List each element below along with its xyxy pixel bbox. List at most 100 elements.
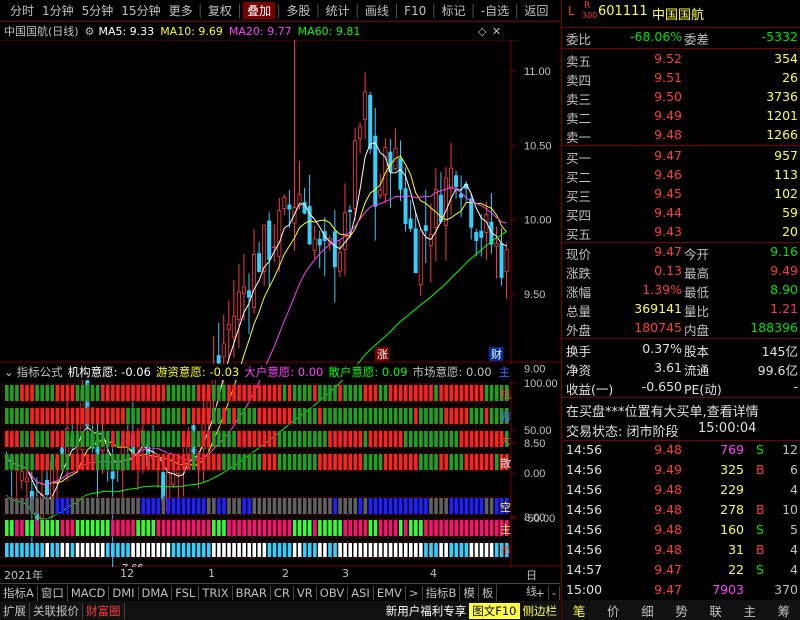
- quote-tab-1[interactable]: 价: [596, 601, 630, 620]
- indicator-bar: [398, 498, 403, 514]
- indicator-tab-18[interactable]: -: [549, 585, 560, 600]
- indicator-tab-3[interactable]: DMI: [109, 585, 139, 600]
- big-order-notice[interactable]: 在买盘***位置有大买单,查看详情: [566, 401, 759, 420]
- indicator-tab-0[interactable]: 指标A: [0, 584, 38, 601]
- indicator-tab-13[interactable]: >: [406, 585, 423, 600]
- kline-chart[interactable]: 11.0010.5010.009.509.008.508.007.50↖11.3…: [0, 40, 560, 567]
- indicator-tab-1[interactable]: 窗口: [38, 584, 68, 601]
- bottom-right-tab-2[interactable]: 侧边栏: [520, 603, 561, 619]
- indicator-bar: [166, 543, 171, 557]
- quote-tab-4[interactable]: 联: [699, 601, 733, 620]
- indicator-bar: [363, 454, 368, 470]
- bottom-left-tab-2[interactable]: 财富圈: [83, 602, 125, 619]
- indicator-bar: [171, 385, 176, 401]
- indicator-bar: [267, 454, 272, 470]
- quote-tab-0[interactable]: 笔: [562, 601, 596, 620]
- indicator-bar: [469, 543, 474, 557]
- indicator-tab-11[interactable]: ASI: [348, 585, 374, 600]
- indicator-bar: [227, 543, 231, 557]
- settings-icon[interactable]: ⚙: [85, 25, 95, 38]
- indicator-tab-10[interactable]: OBV: [317, 585, 349, 600]
- stock-name[interactable]: 中国国航: [652, 4, 704, 23]
- indicator-bar: [50, 520, 55, 536]
- stock-code[interactable]: 601111: [598, 4, 648, 19]
- indicator-bar: [262, 454, 267, 470]
- top-tab-3[interactable]: 15分钟: [117, 2, 164, 19]
- indicator-bar: [484, 520, 489, 536]
- top-tab-1[interactable]: 1分钟: [38, 2, 78, 19]
- indicator-tab-15[interactable]: 模: [460, 584, 479, 601]
- collapse-icon[interactable]: ⌄: [4, 365, 14, 379]
- indicator-bar: [479, 408, 484, 424]
- indicator-bar: [161, 431, 166, 447]
- tick-count: 4: [790, 482, 798, 497]
- indicator-tab-16[interactable]: 板: [479, 584, 498, 601]
- diamond-icon[interactable]: ◇: [478, 25, 486, 38]
- bid-label: 买五: [566, 227, 592, 242]
- indicator-bar: [454, 498, 459, 514]
- indicator-tab-17[interactable]: +: [532, 585, 549, 600]
- top-tab-9[interactable]: 画线: [361, 2, 393, 19]
- indicator-bar: [25, 408, 29, 424]
- top-tab-4[interactable]: 更多: [165, 2, 197, 19]
- bottom-left-tab-0[interactable]: 扩展: [0, 602, 30, 619]
- indicator-tab-2[interactable]: MACD: [68, 585, 110, 600]
- indicator-formula-label[interactable]: 指标公式: [17, 364, 63, 380]
- quote-tab-5[interactable]: 主: [733, 601, 767, 620]
- top-tab-11[interactable]: 标记: [437, 2, 469, 19]
- top-tab-0[interactable]: 分时: [6, 2, 38, 19]
- tick-side: S: [756, 442, 764, 457]
- indicator-bar: [292, 431, 297, 447]
- indicator-bar: [328, 543, 332, 557]
- indicator-tab-5[interactable]: FSL: [172, 585, 200, 600]
- indicator-bar: [282, 454, 287, 470]
- bid-volume: 113: [774, 167, 798, 182]
- top-tab-2[interactable]: 5分钟: [78, 2, 118, 19]
- ma10-label: MA10: 9.69: [160, 24, 223, 38]
- indicator-bar: [338, 498, 342, 514]
- indicator-tab-9[interactable]: VR: [294, 585, 317, 600]
- indicator-bar: [348, 408, 352, 424]
- ask-row: 卖二 9.49 1201: [562, 108, 800, 127]
- indicator-tab-4[interactable]: DMA: [139, 585, 173, 600]
- indicator-bar: [242, 520, 246, 536]
- indicator-tab-12[interactable]: EMV: [374, 585, 406, 600]
- top-tab-13[interactable]: 返回: [520, 2, 552, 19]
- tick-time: 15:00: [566, 582, 603, 597]
- notice-row[interactable]: 在买盘***位置有大买单,查看详情: [562, 401, 800, 420]
- indicator-bar: [106, 431, 110, 447]
- indicator-bar: [257, 520, 262, 536]
- bottom-right-tab-1[interactable]: 图文F10: [469, 602, 520, 619]
- indicator-bar: [353, 385, 358, 401]
- bid-volume: 957: [774, 148, 798, 163]
- indicator-bar: [308, 454, 312, 470]
- indicator-tab-7[interactable]: BRAR: [233, 585, 271, 600]
- indicator-bar: [121, 431, 125, 447]
- top-tab-6[interactable]: 叠加: [243, 2, 276, 19]
- top-tab-5[interactable]: 复权: [204, 2, 236, 19]
- top-tab-7[interactable]: 多股: [282, 2, 314, 19]
- tick-row: 14:56 9.48 229 4: [562, 482, 800, 501]
- indicator-tab-14[interactable]: 指标B: [423, 584, 461, 601]
- top-tab-10[interactable]: F10: [400, 4, 430, 18]
- indicator-bar: [449, 431, 453, 447]
- indicator-tab-6[interactable]: TRIX: [199, 585, 233, 600]
- indicator-bar: [25, 520, 29, 536]
- indicator-bar: [60, 431, 65, 447]
- quote-tab-2[interactable]: 细: [630, 601, 664, 620]
- candle-body: [19, 470, 24, 481]
- indicator-bar: [393, 408, 398, 424]
- indicator-tab-8[interactable]: CR: [271, 585, 294, 600]
- fin-value: 0.37%: [642, 341, 682, 356]
- top-tab-8[interactable]: 统计: [322, 2, 354, 19]
- indicator-bar: [191, 520, 196, 536]
- indicator-bar: [292, 520, 297, 536]
- bottom-right-tab-0[interactable]: 新用户福利专享: [383, 603, 470, 619]
- indicator-bar: [252, 520, 257, 536]
- candle-body: [277, 210, 282, 257]
- bottom-left-tab-1[interactable]: 关联报价: [30, 602, 83, 619]
- top-tab-12[interactable]: -自选: [477, 2, 513, 19]
- quote-tab-6[interactable]: 筹: [767, 601, 800, 620]
- quote-tab-3[interactable]: 势: [664, 601, 698, 620]
- close-icon[interactable]: ✕: [492, 25, 501, 38]
